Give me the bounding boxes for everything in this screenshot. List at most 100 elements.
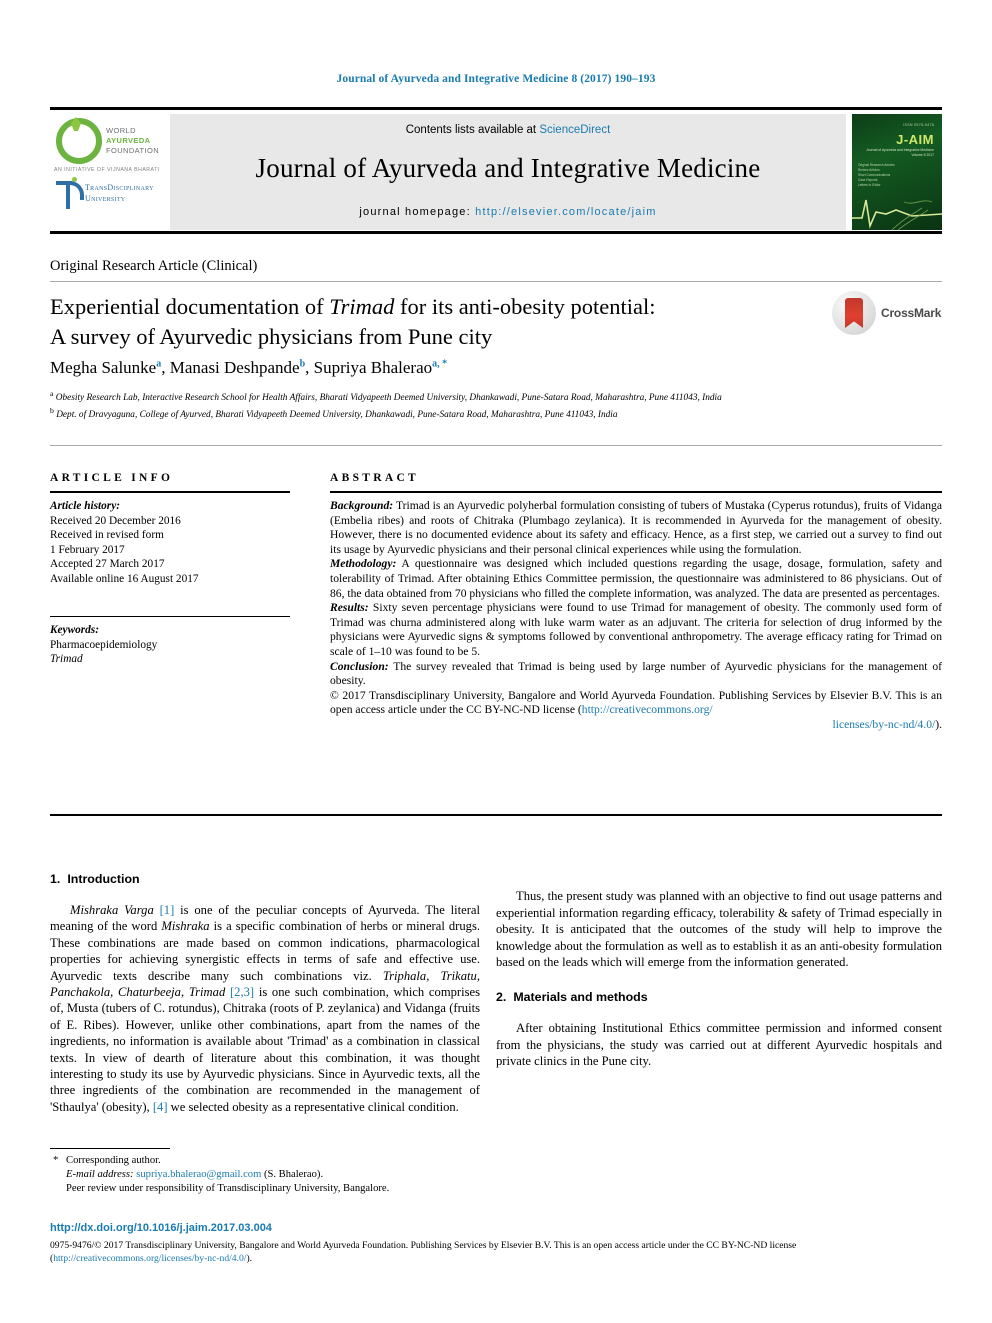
abstract-background-label: Background: [330, 499, 394, 512]
masthead-center-panel: Contents lists available at ScienceDirec… [170, 114, 846, 230]
cover-subtitle: Journal of Ayurveda and Integrative Medi… [866, 148, 934, 158]
article-type-label: Original Research Article (Clinical) [50, 258, 258, 274]
article-history-block: Article history: Received 20 December 20… [50, 499, 290, 586]
cover-journal-abbrev: J-AIM [896, 132, 934, 147]
intro-text-d: we selected obesity as a representative … [167, 1099, 459, 1114]
citation-ref-1[interactable]: [1] [160, 903, 175, 917]
citation-ref-2-3[interactable]: [2,3] [230, 985, 254, 999]
section-title: Materials and methods [513, 990, 648, 1005]
issn-tail: ). [246, 1252, 253, 1264]
author-name: Supriya Bhalerao [313, 358, 433, 377]
waf-logo-line2: AYURVEDA [106, 136, 151, 145]
footnote-star: * [53, 1155, 59, 1166]
abstract-methodology-label: Methodology: [330, 557, 397, 571]
affiliations-block: a Obesity Research Lab, Interactive Rese… [50, 388, 930, 421]
section-number: 1. [50, 872, 61, 886]
divider-under-abstract [50, 814, 942, 816]
abstract-body: Background: Trimad is an Ayurvedic polyh… [330, 499, 942, 733]
abstract-conclusion-label: Conclusion: [330, 659, 389, 673]
keywords-rule [50, 616, 290, 617]
history-line: Received in revised form [50, 529, 164, 541]
crossmark-icon [832, 291, 876, 335]
doi-link[interactable]: http://dx.doi.org/10.1016/j.jaim.2017.03… [50, 1222, 272, 1234]
author-name: Megha Salunke [50, 358, 157, 377]
keyword-item: Trimad [50, 653, 83, 665]
abstract-results-label: Results: [330, 601, 369, 615]
cover-subtitle-line2: Volume 8 2017 [911, 153, 934, 157]
cover-ecg-graphic [852, 199, 942, 230]
paper-page: Journal of Ayurveda and Integrative Medi… [0, 0, 992, 1323]
world-ayurveda-foundation-logo: WORLD AYURVEDA FOUNDATION AN INITIATIVE … [50, 114, 170, 230]
intro-term-mishraka: Mishraka [161, 919, 210, 934]
tdu-logo-line1: TransDisciplinary [85, 183, 154, 192]
crossmark-label: CrossMark [881, 306, 942, 320]
author-affil-marker[interactable]: a [156, 358, 161, 369]
footer-cc-license-link[interactable]: http://creativecommons.org/licenses/by-n… [53, 1253, 246, 1264]
abstract-copyright-tail: ). [935, 717, 942, 731]
email-line: E-mail address: supriya.bhalerao@gmail.c… [50, 1168, 480, 1182]
divider-under-article-type [50, 281, 942, 282]
section-title: Introduction [67, 872, 140, 886]
title-line-2: A survey of Ayurvedic physicians from Pu… [50, 324, 493, 349]
divider-under-affiliations [50, 445, 942, 446]
abstract-column: ABSTRACT Background: Trimad is an Ayurve… [330, 472, 942, 733]
abstract-methodology-text: A questionnaire was designed which inclu… [330, 557, 942, 600]
contents-list-line: Contents lists available at ScienceDirec… [170, 124, 846, 136]
author-name: Manasi Deshpande [169, 358, 300, 377]
abstract-conclusion: Conclusion: The survey revealed that Tri… [330, 660, 942, 689]
title-part-2: for its anti-obesity potential: [394, 294, 656, 319]
cover-contents-list: Original Research Articles Review Articl… [858, 163, 895, 188]
section-heading-materials: 2. Materials and methods [496, 990, 942, 1004]
cc-license-link-part2[interactable]: licenses/by-nc-nd/4.0/ [833, 718, 936, 731]
author-affil-marker[interactable]: b [300, 358, 306, 369]
history-line: Accepted 27 March 2017 [50, 558, 165, 570]
history-line: Received 20 December 2016 [50, 514, 181, 527]
affiliation-marker: a [50, 389, 54, 398]
journal-homepage-link[interactable]: http://elsevier.com/locate/jaim [475, 206, 656, 218]
peer-review-line: Peer review under responsibility of Tran… [66, 1183, 390, 1194]
waf-logo-line3: FOUNDATION [106, 146, 160, 155]
abstract-heading: ABSTRACT [330, 472, 420, 484]
article-history-label: Article history: [50, 500, 120, 512]
abstract-copyright: © 2017 Transdisciplinary University, Ban… [330, 689, 942, 733]
waf-initiative-text: AN INITIATIVE OF VIJNANA BHARATI [54, 167, 160, 173]
affiliation-item: a Obesity Research Lab, Interactive Rese… [50, 388, 930, 405]
cc-license-link-part1[interactable]: http://creativecommons.org/ [582, 703, 713, 716]
contents-prefix: Contents lists available at [405, 124, 540, 136]
journal-masthead: WORLD AYURVEDA FOUNDATION AN INITIATIVE … [50, 107, 942, 234]
keywords-label: Keywords: [50, 624, 99, 636]
abstract-methodology: Methodology: A questionnaire was designe… [330, 557, 942, 601]
affiliation-text: Dept. of Dravyaguna, College of Ayurved,… [56, 409, 618, 420]
author-affil-marker[interactable]: a, * [432, 358, 447, 369]
body-column-right: Thus, the present study was planned with… [496, 872, 942, 1070]
affiliation-item: b Dept. of Dravyaguna, College of Ayurve… [50, 405, 930, 422]
abstract-background: Background: Trimad is an Ayurvedic polyh… [330, 499, 942, 557]
intro-text-c: is one such combination, which comprises… [50, 985, 480, 1114]
history-line: Available online 16 August 2017 [50, 572, 199, 585]
tdu-logo-line2: University [85, 194, 126, 203]
crossmark-badge[interactable]: CrossMark [832, 288, 944, 338]
keywords-block: Keywords: Pharmacoepidemiology Trimad [50, 616, 290, 667]
citation-ref-4[interactable]: [4] [153, 1100, 168, 1114]
title-italic-term: Trimad [329, 294, 395, 319]
section-heading-introduction: 1. Introduction [50, 872, 480, 886]
keyword-item: Pharmacoepidemiology [50, 638, 158, 651]
masthead-top-rule [50, 107, 942, 110]
article-info-heading: ARTICLE INFO [50, 472, 174, 484]
abstract-conclusion-text: The survey revealed that Trimad is being… [330, 659, 942, 688]
author-email-link[interactable]: supriya.bhalerao@gmail.com [136, 1169, 261, 1180]
title-part-1: Experiential documentation of [50, 294, 330, 319]
cover-issn-text: ISSN 0975-9476 [903, 123, 934, 127]
abstract-results-text: Sixty seven percentage physicians were f… [330, 601, 942, 658]
abstract-background-text: Trimad is an Ayurvedic polyherbal formul… [330, 499, 942, 556]
transdisciplinary-university-icon [55, 177, 84, 209]
homepage-prefix: journal homepage: [359, 206, 476, 218]
sciencedirect-link[interactable]: ScienceDirect [539, 124, 610, 136]
intro-paragraph-1: Mishraka Varga [1] is one of the peculia… [50, 902, 480, 1115]
body-column-left: 1. Introduction Mishraka Varga [1] is one… [50, 872, 480, 1115]
waf-ring-icon [56, 118, 102, 164]
journal-title: Journal of Ayurveda and Integrative Medi… [255, 153, 761, 183]
abstract-rule [330, 491, 942, 493]
masthead-bottom-rule [50, 231, 942, 234]
email-suffix: (S. Bhalerao). [261, 1169, 324, 1180]
